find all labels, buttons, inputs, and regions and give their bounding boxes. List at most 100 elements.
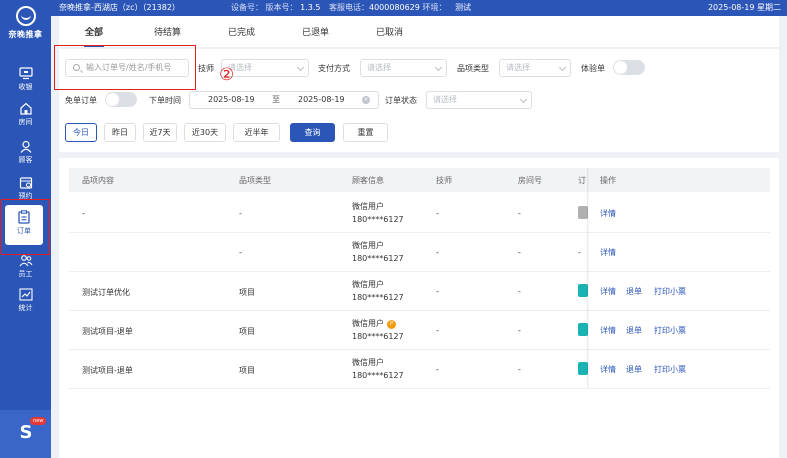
- brand-logo: 奈晚推拿: [0, 6, 51, 40]
- refund-link[interactable]: 退单: [626, 286, 642, 297]
- column-header-type: 品项类型: [239, 176, 271, 185]
- customer-phone: 180****6127: [352, 371, 404, 380]
- customer-name: 微信用户 P: [352, 318, 396, 329]
- print-receipt-link[interactable]: 打印小票: [654, 364, 686, 375]
- pay-method-label: 支付方式: [318, 64, 350, 73]
- detail-link[interactable]: 详情: [600, 247, 616, 258]
- room-number: -: [518, 287, 521, 296]
- highlight-box-sidebar-order: [1, 199, 50, 255]
- refund-link[interactable]: 退单: [626, 325, 642, 336]
- tab-completed[interactable]: 已完成: [228, 25, 255, 38]
- detail-link[interactable]: 详情: [600, 208, 616, 219]
- item-type: -: [239, 248, 242, 257]
- order-status-label: 订单状态: [385, 96, 417, 105]
- query-button[interactable]: 查询: [290, 123, 335, 142]
- customer-icon: [20, 140, 31, 153]
- tab-all[interactable]: 全部: [85, 25, 103, 38]
- free-order-toggle[interactable]: [105, 92, 137, 107]
- chevron-down-icon: [558, 63, 567, 72]
- env-value: 测试: [455, 3, 471, 12]
- tab-pending[interactable]: 待结算: [154, 25, 181, 38]
- store-name: 奈晚推拿-西湖店（zc）（21382）: [59, 3, 180, 12]
- item-type: 项目: [239, 288, 255, 297]
- refund-link[interactable]: 退单: [626, 364, 642, 375]
- cashier-icon: [18, 67, 33, 80]
- chart-icon: [18, 288, 33, 301]
- sidebar-item-label: 统计: [18, 304, 33, 312]
- technician-label: 技师: [198, 64, 214, 73]
- range-30days-button[interactable]: 近30天: [184, 123, 226, 142]
- chevron-down-icon: [434, 63, 443, 72]
- table-row: - - 微信用户 180****6127 - - 详情: [69, 194, 770, 233]
- customer-phone: 180****6127: [352, 293, 404, 302]
- fixed-column-shadow: [587, 168, 589, 388]
- table-row: 测试项目-退单 项目 微信用户 P 180****6127 - - 详情 退单 打…: [69, 311, 770, 350]
- order-date-range[interactable]: 2025-08-19 至 2025-08-19 ×: [189, 91, 379, 109]
- item-type: -: [239, 209, 242, 218]
- sidebar-item-appointment[interactable]: 预约: [0, 176, 51, 201]
- chevron-down-icon: [519, 95, 528, 104]
- pay-method-placeholder: 请选择: [367, 63, 391, 72]
- technician: -: [436, 209, 439, 218]
- range-half-year-button[interactable]: 近半年: [233, 123, 280, 142]
- reset-button[interactable]: 重置: [343, 123, 388, 142]
- range-today-button[interactable]: 今日: [65, 123, 97, 142]
- version-label: 版本号：: [265, 3, 298, 12]
- brand-name: 奈晚推拿: [8, 30, 43, 39]
- print-receipt-link[interactable]: 打印小票: [654, 325, 686, 336]
- range-yesterday-button[interactable]: 昨日: [104, 123, 136, 142]
- item-type: 项目: [239, 327, 255, 336]
- detail-link[interactable]: 详情: [600, 364, 616, 375]
- column-header-actions: 操作: [600, 176, 616, 185]
- p-badge-icon: P: [387, 320, 396, 329]
- tab-cancelled[interactable]: 已取消: [376, 25, 403, 38]
- customer-name-text: 微信用户: [352, 319, 384, 328]
- chevron-down-icon: [296, 63, 305, 72]
- item-content: -: [82, 209, 85, 218]
- clear-icon[interactable]: ×: [362, 96, 370, 104]
- room-number: -: [518, 209, 521, 218]
- pay-method-select[interactable]: 请选择: [360, 59, 447, 77]
- detail-link[interactable]: 详情: [600, 286, 616, 297]
- new-badge: new: [30, 417, 47, 425]
- device-info: 设备号： 版本号： 1.3.5 客服电话：4000080629 环境： 测试: [231, 0, 471, 16]
- date-to: 2025-08-19: [298, 95, 345, 104]
- sidebar-footer: S new: [0, 410, 51, 458]
- app-switch-icon[interactable]: S: [17, 422, 35, 444]
- order-status-tabs: 全部 待结算 已完成 已退单 已取消: [59, 16, 779, 48]
- order-status-placeholder: 请选择: [433, 95, 457, 104]
- order-status-select[interactable]: 请选择: [426, 91, 532, 109]
- item-type: 项目: [239, 366, 255, 375]
- highlight-box-search: [54, 45, 196, 90]
- sidebar-item-cashier[interactable]: 收银: [0, 67, 51, 92]
- current-date: 2025-08-19 星期二: [707, 3, 781, 12]
- trial-toggle[interactable]: [613, 60, 645, 75]
- sidebar-item-staff[interactable]: 员工: [0, 254, 51, 279]
- range-7days-button[interactable]: 近7天: [143, 123, 177, 142]
- sidebar-item-stats[interactable]: 统计: [0, 288, 51, 313]
- column-header-room: 房间号: [518, 176, 542, 185]
- hotline-value: 4000080629: [369, 3, 420, 12]
- item-type-label: 品项类型: [457, 64, 489, 73]
- tab-refunded[interactable]: 已退单: [302, 25, 329, 38]
- table-row: - 微信用户 180****6127 - - - 详情: [69, 233, 770, 272]
- top-bar: 奈晚推拿-西湖店（zc）（21382） 设备号： 版本号： 1.3.5 客服电话…: [51, 0, 787, 16]
- item-type-select[interactable]: 请选择: [499, 59, 571, 77]
- item-type-placeholder: 请选择: [506, 63, 530, 72]
- home-icon: [19, 102, 32, 115]
- item-content: 测试项目-退单: [82, 327, 133, 336]
- sidebar-item-room[interactable]: 房间: [0, 102, 51, 127]
- version-value: 1.3.5: [300, 3, 321, 12]
- column-header-customer: 顾客信息: [352, 176, 384, 185]
- customer-phone: 180****6127: [352, 332, 404, 341]
- detail-link[interactable]: 详情: [600, 325, 616, 336]
- print-receipt-link[interactable]: 打印小票: [654, 286, 686, 297]
- item-content: 测试订单优化: [82, 288, 130, 297]
- sidebar-item-customer[interactable]: 顾客: [0, 140, 51, 165]
- table-header: 品项内容 品项类型 顾客信息 技师 房间号 订 操作: [69, 168, 770, 192]
- column-header-technician: 技师: [436, 176, 452, 185]
- customer-phone: 180****6127: [352, 215, 404, 224]
- customer-phone: 180****6127: [352, 254, 404, 263]
- env-label: 环境：: [422, 3, 447, 12]
- column-header-content: 品项内容: [82, 176, 114, 185]
